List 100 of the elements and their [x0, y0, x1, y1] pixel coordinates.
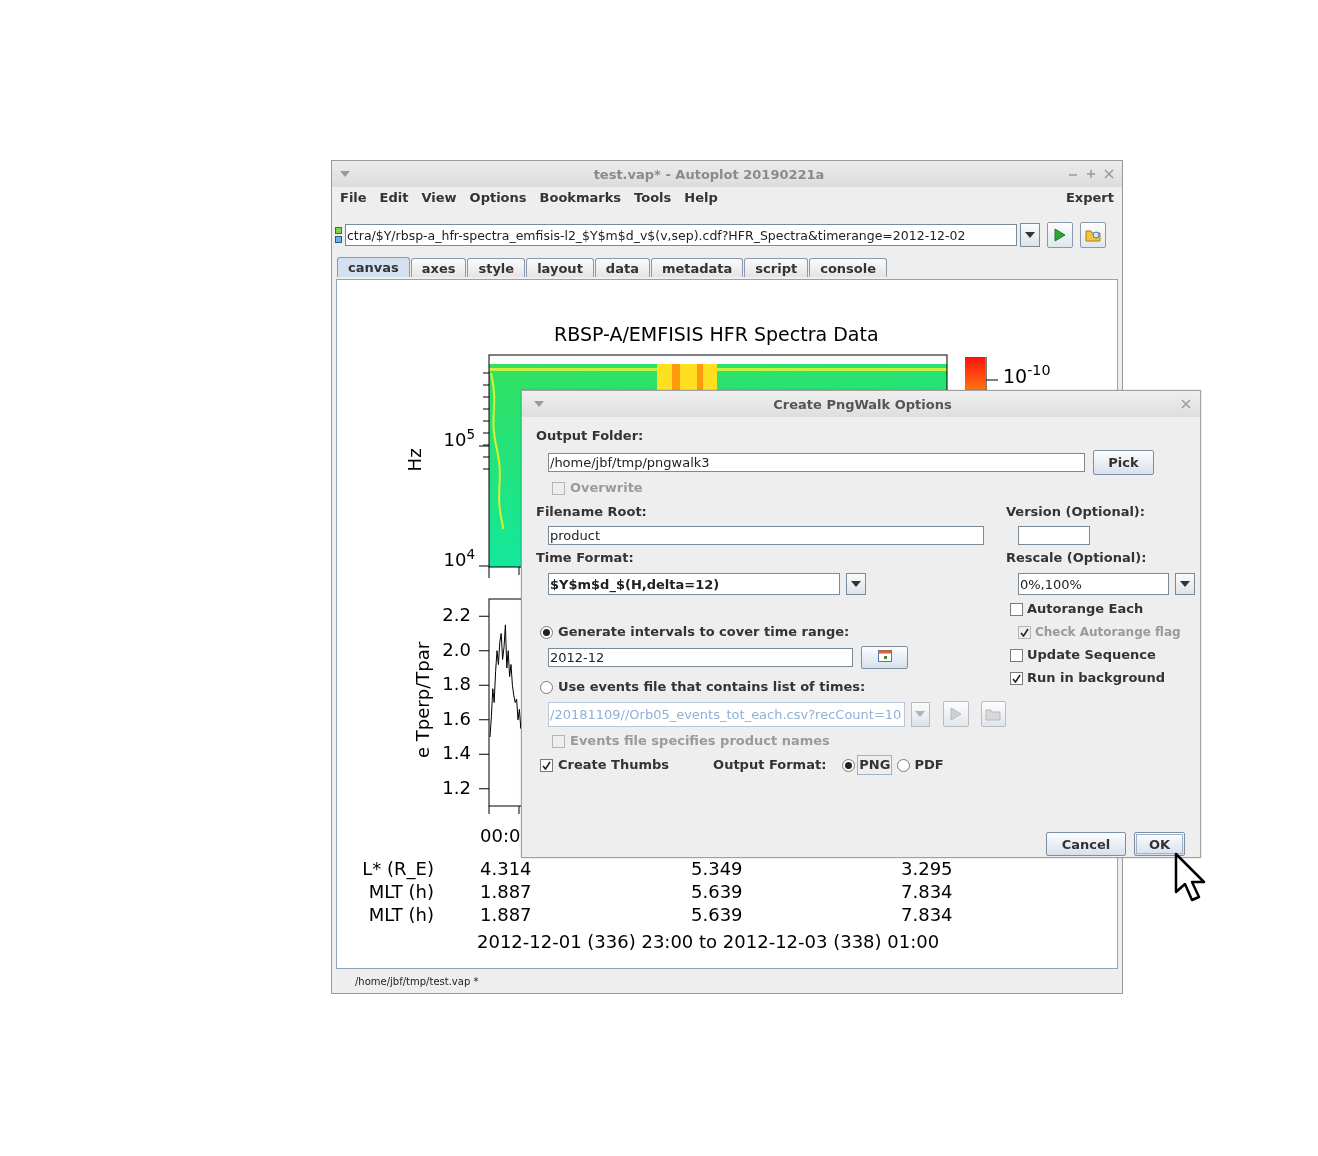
- time-range-label: 2012-12-01 (336) 23:00 to 2012-12-03 (338) 01:00: [477, 932, 940, 952]
- field-label: Rescale (Optional):: [1006, 549, 1147, 567]
- output-folder-field[interactable]: /home/jbf/tmp/pngwalk3: [548, 453, 1085, 472]
- tick-label: 7.834: [901, 905, 953, 925]
- tab[interactable]: canvas: [337, 257, 410, 277]
- field-label: Output Folder:: [536, 427, 645, 445]
- tick-label: 3.295: [901, 859, 953, 879]
- caret-icon: [851, 581, 861, 587]
- tab[interactable]: metadata: [650, 258, 744, 277]
- open-file-button[interactable]: [1080, 222, 1106, 248]
- checkbox-label: Create Thumbs: [558, 756, 670, 774]
- tick-label: 5.349: [691, 859, 743, 879]
- address-field[interactable]: ctra/$Y/rbsp-a_hfr-spectra_emfisis-l2_$Y$m$d_v$(v,sep).cdf?HFR_Spectra&timerange=2012-12-02: [345, 224, 1017, 246]
- tab[interactable]: style: [467, 258, 526, 277]
- menu-item[interactable]: Bookmarks: [539, 189, 622, 205]
- calendar-icon: [877, 650, 892, 662]
- tick-label: 10$^{4}$: [443, 550, 475, 570]
- cancel-button[interactable]: Cancel: [1046, 832, 1126, 856]
- row-label: MLT (h): [368, 882, 434, 902]
- version-field[interactable]: [1018, 526, 1090, 545]
- tab[interactable]: layout: [526, 258, 594, 277]
- checkbox[interactable]: [1010, 648, 1023, 662]
- folder-icon: [1085, 228, 1101, 242]
- colorbar-label: 10$^{-10}$: [1003, 366, 1051, 387]
- menu-item[interactable]: Expert: [1066, 189, 1114, 205]
- tick-label: 5.639: [691, 905, 743, 925]
- rescale-combo[interactable]: 0%,100%: [1018, 573, 1170, 595]
- dialog-title: Create PngWalk Options: [772, 396, 953, 412]
- window-menu-icon[interactable]: [340, 171, 350, 177]
- maximize-icon[interactable]: [1086, 169, 1096, 179]
- window-title: test.vap* - Autoplot 20190221a: [592, 166, 826, 182]
- play-button[interactable]: [1047, 222, 1073, 248]
- tick-label: 1.4: [442, 743, 471, 764]
- radio-label: PNG: [857, 755, 893, 775]
- radio-label: Generate intervals to cover time range:: [558, 623, 850, 641]
- checkbox[interactable]: [540, 758, 553, 772]
- tab[interactable]: axes: [410, 258, 467, 277]
- file-path-label: /home/jbf/tmp/test.vap *: [354, 976, 480, 987]
- checkbox-label: Events file specifies product names: [570, 732, 830, 750]
- pick-button[interactable]: Pick: [1093, 450, 1154, 475]
- tick-label: 1.887: [480, 905, 532, 925]
- ok-button[interactable]: OK: [1134, 832, 1185, 856]
- dropdown-button[interactable]: [1175, 573, 1195, 595]
- checkbox-label: Overwrite: [570, 479, 643, 497]
- menu-item[interactable]: Options: [469, 189, 527, 205]
- tick-label: 2.0: [442, 639, 471, 660]
- menu-item[interactable]: Edit: [379, 189, 409, 205]
- field-label: Time Format:: [536, 549, 634, 567]
- colorbar: [964, 356, 1000, 392]
- checkbox-label: Run in background: [1027, 669, 1166, 687]
- radio-label: Use events file that contains list of times:: [558, 678, 866, 696]
- field-label: Filename Root:: [536, 503, 648, 521]
- field-label: Output Format:: [713, 756, 827, 774]
- radio-button[interactable]: [540, 625, 553, 639]
- caret-icon: [1180, 581, 1191, 587]
- tick-label: 1.6: [442, 708, 471, 729]
- tick-label: 00:0: [480, 826, 521, 846]
- menu-item[interactable]: File: [340, 189, 367, 205]
- checkbox-label: Autorange Each: [1027, 600, 1144, 618]
- tick-label: 1.2: [442, 777, 471, 798]
- filename-root-field[interactable]: product: [548, 526, 984, 545]
- window-menu-icon[interactable]: [534, 401, 544, 407]
- time-format-combo[interactable]: $Y$m$d_$(H,delta=12): [548, 573, 840, 595]
- tick-label: 4.314: [480, 859, 532, 879]
- field-label: Version (Optional):: [1006, 503, 1146, 521]
- menu-item[interactable]: Tools: [634, 189, 672, 205]
- calendar-button[interactable]: [861, 646, 908, 669]
- row-label: MLT (h): [368, 905, 434, 925]
- folder-icon: [985, 707, 1002, 721]
- checkbox-label: Check Autorange flag: [1035, 624, 1181, 641]
- open-file-button[interactable]: [980, 701, 1006, 727]
- tick-label: 7.834: [901, 882, 953, 902]
- tab[interactable]: data: [594, 258, 650, 277]
- tick-label: 1.8: [442, 674, 471, 695]
- time-range-field[interactable]: 2012-12: [548, 648, 853, 667]
- caret-icon: [1025, 232, 1035, 238]
- plot-title: RBSP-A/EMFISIS HFR Spectra Data: [554, 324, 879, 345]
- play-button[interactable]: [943, 701, 969, 727]
- radio-label: PDF: [913, 756, 945, 774]
- tab[interactable]: script: [744, 258, 809, 277]
- tick-label: 2.2: [442, 605, 471, 626]
- caret-icon: [915, 711, 926, 717]
- radio-button[interactable]: [842, 758, 856, 772]
- row-label: L* (R_E): [362, 859, 434, 879]
- play-icon: [1054, 228, 1066, 242]
- radio-button[interactable]: [897, 758, 911, 772]
- axis-label: Hz: [404, 448, 425, 472]
- menu-item[interactable]: Help: [684, 189, 718, 205]
- close-icon[interactable]: [1181, 399, 1191, 409]
- status-indicator-icon: [335, 226, 342, 244]
- tab[interactable]: console: [809, 258, 888, 277]
- checkbox[interactable]: [1010, 602, 1023, 616]
- mouse-pointer-icon: [1174, 852, 1208, 904]
- checkbox[interactable]: [1010, 671, 1023, 685]
- dropdown-button[interactable]: [1020, 223, 1040, 247]
- dropdown-button[interactable]: [846, 573, 866, 595]
- menu-item[interactable]: View: [421, 189, 457, 205]
- radio-button[interactable]: [540, 680, 553, 694]
- axis-label: e Tperp/Tpar: [413, 641, 433, 758]
- close-icon[interactable]: [1104, 169, 1114, 179]
